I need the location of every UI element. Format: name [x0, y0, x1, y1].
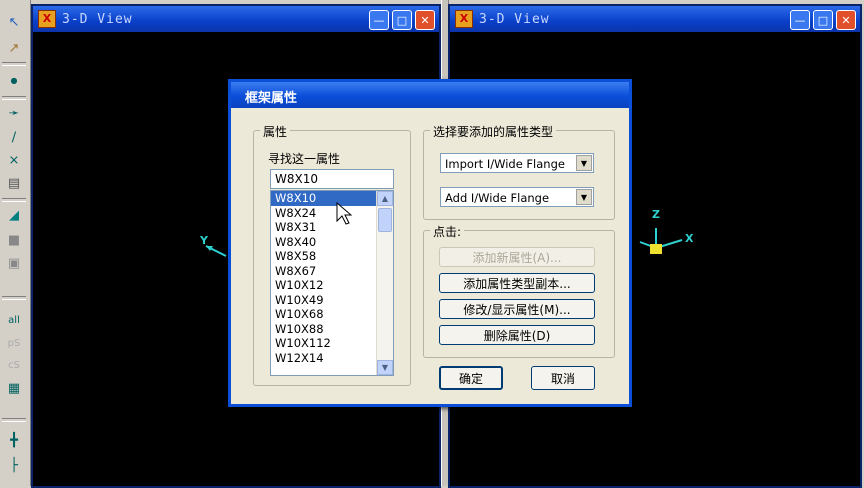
axis-label-y: Y	[200, 234, 208, 247]
maximize-button[interactable]: □	[392, 10, 412, 30]
add-type-value: Add I/Wide Flange	[445, 191, 550, 205]
scroll-down-icon[interactable]: ▼	[377, 360, 393, 375]
draw-rect-area-icon[interactable]: ■	[3, 230, 25, 250]
toolbar-separator	[2, 62, 26, 66]
properties-group: 属性 寻找这一属性 W8X10 W8X10 W8X24 W8X31 W8X40 W8X5…	[253, 123, 411, 386]
dialog-titlebar[interactable]: 框架属性	[231, 82, 629, 108]
cancel-button[interactable]: 取消	[531, 366, 595, 390]
toolbar-separator	[2, 296, 26, 300]
draw-link-icon[interactable]: ▤	[3, 173, 25, 193]
app-icon: X	[455, 10, 473, 28]
close-button[interactable]: ✕	[836, 10, 856, 30]
mesh-icon[interactable]: ▦	[3, 378, 25, 398]
right-view-title: 3-D View	[479, 11, 550, 27]
import-type-value: Import I/Wide Flange	[445, 157, 565, 171]
list-item[interactable]: W12X14	[271, 351, 393, 366]
dialog-body: 属性 寻找这一属性 W8X10 W8X10 W8X24 W8X31 W8X40 W8X5…	[231, 108, 629, 404]
list-item[interactable]: W8X31	[271, 220, 393, 235]
quick-area-icon[interactable]: ▣	[3, 253, 25, 273]
draw-line-icon[interactable]: ➛	[3, 103, 25, 123]
list-item[interactable]: W8X40	[271, 235, 393, 250]
axis-label-z: Z	[652, 208, 660, 221]
list-item[interactable]: W10X112	[271, 336, 393, 351]
find-property-input[interactable]: W8X10	[270, 169, 394, 189]
scroll-thumb[interactable]	[378, 208, 392, 232]
mouse-cursor-icon	[336, 202, 352, 225]
minimize-button[interactable]: —	[369, 10, 389, 30]
chevron-down-icon[interactable]: ▼	[576, 189, 592, 205]
app-icon: X	[38, 10, 56, 28]
list-scrollbar[interactable]: ▲ ▼	[376, 191, 393, 375]
maximize-button[interactable]: □	[813, 10, 833, 30]
left-toolbar: ↖ ↗ ● ➛ ∕ ⨯ ▤ ◢ ■ ▣ all pS cS ▦ ╋ ├	[0, 0, 31, 486]
right-view-titlebar[interactable]: X 3-D View — □ ✕	[450, 6, 860, 32]
add-new-property-button[interactable]: 添加新属性(A)...	[439, 247, 595, 267]
properties-legend: 属性	[260, 123, 291, 140]
property-type-group: 选择要添加的属性类型 Import I/Wide Flange ▼ Add I/…	[423, 123, 615, 220]
add-type-select[interactable]: Add I/Wide Flange ▼	[440, 187, 594, 207]
list-item[interactable]: W8X58	[271, 249, 393, 264]
chevron-down-icon[interactable]: ▼	[576, 155, 592, 171]
pointer-icon[interactable]: ↖	[3, 12, 25, 32]
list-item[interactable]: W8X10	[271, 191, 393, 206]
list-item[interactable]: W8X67	[271, 264, 393, 279]
assign-property-icon[interactable]: all	[3, 310, 25, 330]
add-copy-property-button[interactable]: 添加属性类型副本...	[439, 273, 595, 293]
toolbar-separator	[2, 96, 26, 100]
list-item[interactable]: W10X49	[271, 293, 393, 308]
toolbar-separator	[2, 198, 26, 202]
assign-load-icon[interactable]: cS	[3, 355, 25, 375]
snap-icon[interactable]: ╋	[3, 430, 25, 450]
close-button[interactable]: ✕	[415, 10, 435, 30]
property-listbox[interactable]: W8X10 W8X24 W8X31 W8X40 W8X58 W8X67 W10X12 W10X…	[270, 190, 394, 376]
scroll-up-icon[interactable]: ▲	[377, 191, 393, 206]
draw-area-icon[interactable]: ◢	[3, 205, 25, 225]
dialog-title: 框架属性	[245, 91, 298, 106]
property-list: W8X10 W8X24 W8X31 W8X40 W8X58 W8X67 W10X12 W10X…	[271, 191, 393, 365]
list-item[interactable]: W10X88	[271, 322, 393, 337]
list-item[interactable]: W8X24	[271, 206, 393, 221]
delete-property-button[interactable]: 删除属性(D)	[439, 325, 595, 345]
axis-label-x: X	[685, 232, 694, 245]
minimize-button[interactable]: —	[790, 10, 810, 30]
find-property-label: 寻找这一属性	[268, 152, 341, 166]
toolbar-separator	[2, 418, 26, 422]
click-legend: 点击:	[430, 223, 465, 240]
modify-property-button[interactable]: 修改/显示属性(M)...	[439, 299, 595, 319]
draw-frame-icon[interactable]: ∕	[3, 127, 25, 147]
point-icon[interactable]: ●	[3, 70, 25, 90]
import-type-select[interactable]: Import I/Wide Flange ▼	[440, 153, 594, 173]
assign-section-icon[interactable]: pS	[3, 333, 25, 353]
property-type-legend: 选择要添加的属性类型	[430, 123, 557, 140]
ok-button[interactable]: 确定	[439, 366, 503, 390]
frame-properties-dialog: 框架属性 属性 寻找这一属性 W8X10 W8X10 W8X24 W8X31 W8X4…	[228, 79, 632, 407]
click-group: 点击: 添加新属性(A)... 添加属性类型副本... 修改/显示属性(M)..…	[423, 223, 615, 358]
list-item[interactable]: W10X68	[271, 307, 393, 322]
left-view-titlebar[interactable]: X 3-D View — □ ✕	[33, 6, 439, 32]
list-item[interactable]: W10X12	[271, 278, 393, 293]
draw-brace-icon[interactable]: ⨯	[3, 150, 25, 170]
snap-end-icon[interactable]: ├	[3, 455, 25, 475]
left-view-title: 3-D View	[62, 11, 133, 27]
reshape-icon[interactable]: ↗	[3, 38, 25, 58]
